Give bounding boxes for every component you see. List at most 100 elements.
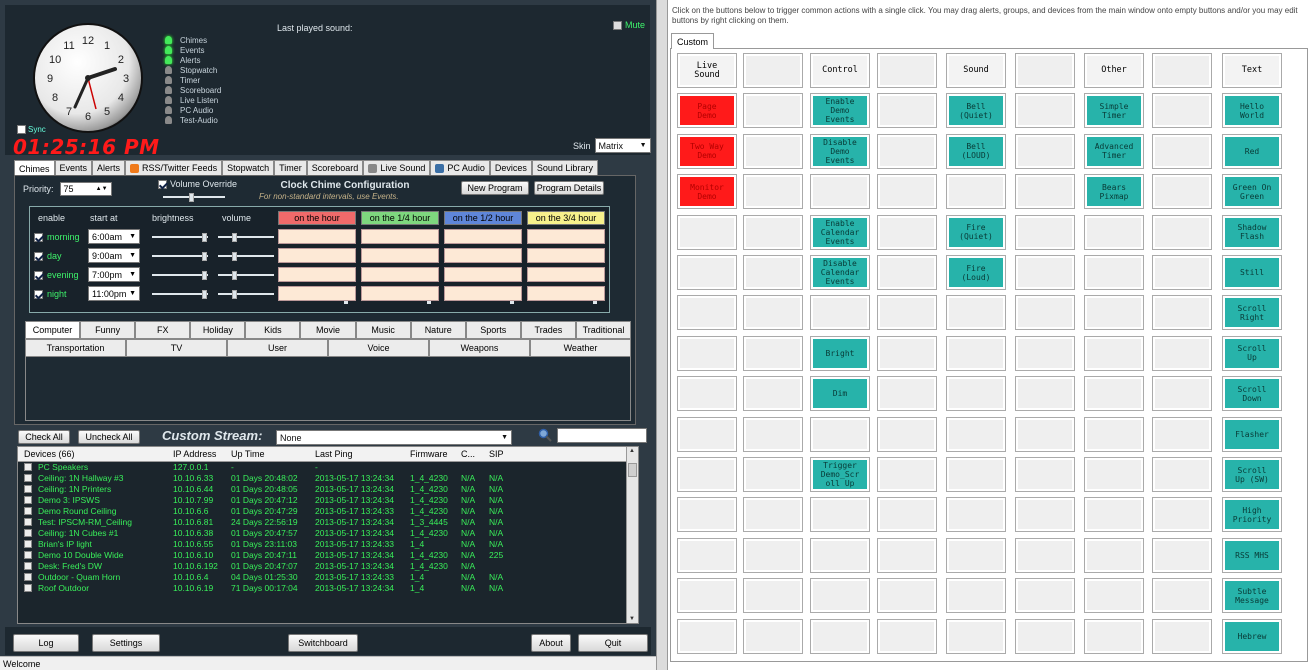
switchboard-button-empty[interactable] xyxy=(1152,174,1212,210)
switchboard-button-empty[interactable] xyxy=(810,295,870,331)
switchboard-button-empty[interactable] xyxy=(1084,214,1144,250)
scroll-up-icon[interactable]: ▲ xyxy=(629,448,635,454)
category-tab-transportation[interactable]: Transportation xyxy=(25,339,126,357)
category-tab-traditional[interactable]: Traditional xyxy=(575,321,632,339)
category-tab-user[interactable]: User xyxy=(227,339,328,357)
switchboard-button-shadow-flash[interactable]: Shadow Flash xyxy=(1222,214,1282,250)
brightness-slider[interactable] xyxy=(152,290,208,299)
switchboard-button-empty[interactable] xyxy=(1015,618,1075,654)
switchboard-button-empty[interactable] xyxy=(677,255,737,290)
device-search-input[interactable] xyxy=(557,428,647,443)
switchboard-button-text[interactable]: Text xyxy=(1222,53,1282,88)
chime-sound-cell[interactable] xyxy=(444,229,522,244)
chime-sound-cell[interactable] xyxy=(361,267,439,282)
switchboard-button-empty[interactable] xyxy=(1084,578,1144,614)
switchboard-button-empty[interactable] xyxy=(810,416,870,452)
switchboard-button-empty[interactable] xyxy=(1015,255,1075,290)
device-column-header[interactable]: SIP xyxy=(489,449,504,459)
switchboard-button-empty[interactable] xyxy=(1152,416,1212,452)
switchboard-button-empty[interactable] xyxy=(1152,497,1212,533)
switchboard-button-sound[interactable]: Sound xyxy=(946,53,1006,88)
device-checkbox[interactable] xyxy=(24,518,32,526)
chime-sound-cell[interactable] xyxy=(444,248,522,263)
switchboard-button-flasher[interactable]: Flasher xyxy=(1222,416,1282,452)
new-program-button[interactable]: New Program xyxy=(461,181,529,195)
switchboard-button-hebrew[interactable]: Hebrew xyxy=(1222,618,1282,654)
switchboard-button-empty[interactable] xyxy=(946,174,1006,210)
switchboard-button-simple-timer[interactable]: Simple Timer xyxy=(1084,93,1144,129)
device-checkbox[interactable] xyxy=(24,551,32,559)
device-row[interactable]: Ceiling: 1N Cubes #1 10.10.6.38 01 Days 20… xyxy=(18,528,638,539)
switchboard-button-rss-mhs[interactable]: RSS MHS xyxy=(1222,537,1282,573)
switchboard-button-other[interactable]: Other xyxy=(1084,53,1144,88)
switchboard-button-empty[interactable] xyxy=(946,416,1006,452)
switchboard-button-empty[interactable] xyxy=(946,497,1006,533)
device-column-header[interactable]: Firmware xyxy=(410,449,448,459)
switchboard-button-empty[interactable] xyxy=(743,578,803,614)
switchboard-button-empty[interactable] xyxy=(1152,133,1212,169)
custom-stream-dropdown[interactable]: None ▼ xyxy=(276,430,512,445)
switchboard-button-control[interactable]: Control xyxy=(810,53,870,88)
switchboard-button-empty[interactable] xyxy=(743,537,803,573)
switchboard-button-subtle-message[interactable]: Subtle Message xyxy=(1222,578,1282,614)
device-checkbox[interactable] xyxy=(24,529,32,537)
switchboard-button-empty[interactable] xyxy=(1015,133,1075,169)
switchboard-button-empty[interactable] xyxy=(810,497,870,533)
device-column-header[interactable]: C... xyxy=(461,449,475,459)
switchboard-button-still[interactable]: Still xyxy=(1222,255,1282,290)
switchboard-button-empty[interactable] xyxy=(677,578,737,614)
switchboard-button-empty[interactable] xyxy=(743,295,803,331)
switchboard-button-fire-quiet[interactable]: Fire (Quiet) xyxy=(946,214,1006,250)
chime-sound-cell[interactable] xyxy=(527,248,605,263)
switchboard-button-empty[interactable] xyxy=(743,255,803,290)
volume-slider[interactable] xyxy=(218,271,274,280)
switchboard-button-empty[interactable] xyxy=(677,214,737,250)
switchboard-button-empty[interactable] xyxy=(877,537,937,573)
chime-sound-cell[interactable] xyxy=(527,286,605,301)
switchboard-button-empty[interactable] xyxy=(810,578,870,614)
device-checkbox[interactable] xyxy=(24,540,32,548)
volume-slider[interactable] xyxy=(218,233,274,242)
switchboard-button-empty[interactable] xyxy=(1015,578,1075,614)
switchboard-button-monitor-demo[interactable]: Monitor Demo xyxy=(677,174,737,210)
switchboard-button-scroll-up[interactable]: Scroll Up xyxy=(1222,335,1282,371)
tab-scoreboard[interactable]: Scoreboard xyxy=(306,160,364,175)
switchboard-button-empty[interactable] xyxy=(1152,376,1212,412)
switchboard-button-empty[interactable] xyxy=(946,335,1006,371)
switchboard-button-empty[interactable] xyxy=(743,618,803,654)
volume-slider[interactable] xyxy=(218,252,274,261)
switchboard-button-empty[interactable] xyxy=(946,295,1006,331)
device-checkbox[interactable] xyxy=(24,474,32,482)
switchboard-button-empty[interactable] xyxy=(677,416,737,452)
device-row[interactable]: Desk: Fred's DW 10.10.6.192 01 Days 20:47:… xyxy=(18,561,638,572)
volume-slider[interactable] xyxy=(218,290,274,299)
tab-live-sound[interactable]: Live Sound xyxy=(363,160,431,175)
tab-events[interactable]: Events xyxy=(54,160,93,175)
switchboard-button-empty[interactable] xyxy=(1084,295,1144,331)
switchboard-button-enable-demo-events[interactable]: Enable Demo Events xyxy=(810,93,870,129)
switchboard-button-empty[interactable] xyxy=(810,618,870,654)
device-checkbox[interactable] xyxy=(24,562,32,570)
switchboard-button-enable-calendar-events[interactable]: Enable Calendar Events xyxy=(810,214,870,250)
pane-splitter[interactable] xyxy=(656,0,668,670)
chime-sound-cell[interactable] xyxy=(278,286,356,301)
enable-checkbox[interactable] xyxy=(34,251,43,261)
category-tab-funny[interactable]: Funny xyxy=(80,321,136,339)
program-details-button[interactable]: Program Details xyxy=(534,181,604,195)
switchboard-button-dim[interactable]: Dim xyxy=(810,376,870,412)
switchboard-button-empty[interactable] xyxy=(877,335,937,371)
category-tab-computer[interactable]: Computer xyxy=(25,321,81,339)
volume-override-slider[interactable] xyxy=(163,193,225,202)
switchboard-button-empty[interactable] xyxy=(1152,255,1212,290)
start-time-dropdown[interactable]: 6:00am ▼ xyxy=(88,229,140,244)
device-row[interactable]: Demo 10 Double Wide 10.10.6.10 01 Days 20:… xyxy=(18,550,638,561)
search-icon[interactable] xyxy=(538,428,552,442)
switchboard-button-empty[interactable] xyxy=(1015,295,1075,331)
switchboard-button-disable-calendar-events[interactable]: Disable Calendar Events xyxy=(810,255,870,290)
check-all-button[interactable]: Check All xyxy=(18,430,70,444)
switchboard-button-empty[interactable] xyxy=(1084,497,1144,533)
start-time-dropdown[interactable]: 11:00pm ▼ xyxy=(88,286,140,301)
switchboard-button-empty[interactable] xyxy=(743,457,803,492)
switchboard-button-red[interactable]: Red xyxy=(1222,133,1282,169)
switchboard-button-empty[interactable] xyxy=(810,174,870,210)
